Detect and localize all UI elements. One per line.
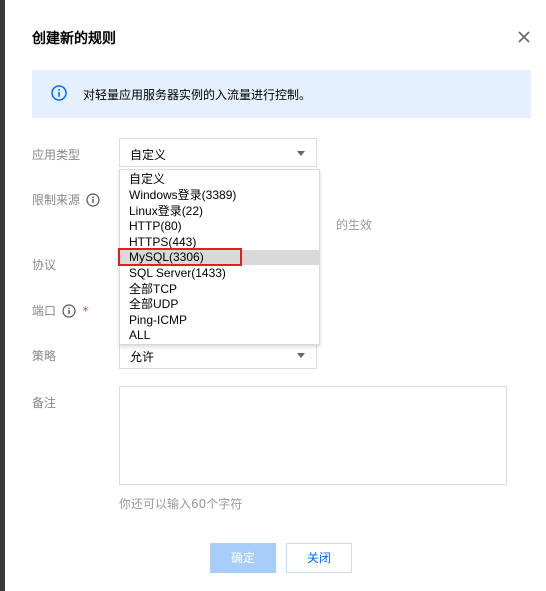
remark-hint: 你还可以输入60个字符 bbox=[119, 497, 243, 511]
dropdown-option[interactable]: 全部TCP bbox=[120, 282, 319, 297]
policy-label: 策略 bbox=[32, 349, 57, 363]
source-label: 限制来源 bbox=[32, 193, 81, 207]
dropdown-option-highlighted[interactable]: MySQL(3306) bbox=[120, 250, 319, 265]
port-label-row: 端口 * bbox=[32, 302, 89, 319]
port-label: 端口 bbox=[32, 304, 57, 318]
dropdown-option[interactable]: HTTPS(443) bbox=[120, 235, 319, 250]
app-type-value: 自定义 bbox=[130, 148, 167, 162]
dropdown-option[interactable]: HTTP(80) bbox=[120, 219, 319, 234]
dialog-title: 创建新的规则 bbox=[32, 31, 116, 47]
confirm-button[interactable]: 确定 bbox=[210, 543, 276, 573]
dropdown-option[interactable]: Linux登录(22) bbox=[120, 204, 319, 219]
source-label-row: 限制来源 bbox=[32, 191, 100, 208]
close-icon[interactable] bbox=[514, 27, 534, 47]
protocol-label: 协议 bbox=[32, 258, 57, 272]
app-type-select[interactable]: 自定义 bbox=[119, 138, 317, 167]
help-icon[interactable] bbox=[86, 193, 100, 207]
policy-value: 允许 bbox=[130, 350, 155, 364]
remark-textarea[interactable] bbox=[119, 386, 507, 485]
dropdown-option[interactable]: 自定义 bbox=[120, 172, 319, 187]
dropdown-option[interactable]: Windows登录(3389) bbox=[120, 188, 319, 203]
window-edge bbox=[0, 0, 5, 591]
help-icon[interactable] bbox=[62, 304, 76, 318]
dropdown-option[interactable]: Ping-ICMP bbox=[120, 313, 319, 328]
banner-text: 对轻量应用服务器实例的入流量进行控制。 bbox=[83, 88, 312, 102]
app-type-label: 应用类型 bbox=[32, 148, 81, 162]
remark-label: 备注 bbox=[32, 396, 57, 410]
dropdown-option[interactable]: ALL bbox=[120, 328, 319, 343]
source-note: 的生效 bbox=[336, 218, 373, 232]
info-banner: 对轻量应用服务器实例的入流量进行控制。 bbox=[32, 70, 531, 118]
chevron-down-icon bbox=[297, 151, 305, 156]
app-type-dropdown: 自定义 Windows登录(3389) Linux登录(22) HTTP(80)… bbox=[119, 169, 320, 345]
info-icon bbox=[51, 85, 67, 101]
dropdown-option[interactable]: 全部UDP bbox=[120, 297, 319, 312]
chevron-down-icon bbox=[297, 353, 305, 358]
dropdown-option[interactable]: SQL Server(1433) bbox=[120, 266, 319, 281]
close-button[interactable]: 关闭 bbox=[286, 543, 352, 573]
required-asterisk: * bbox=[82, 304, 89, 318]
